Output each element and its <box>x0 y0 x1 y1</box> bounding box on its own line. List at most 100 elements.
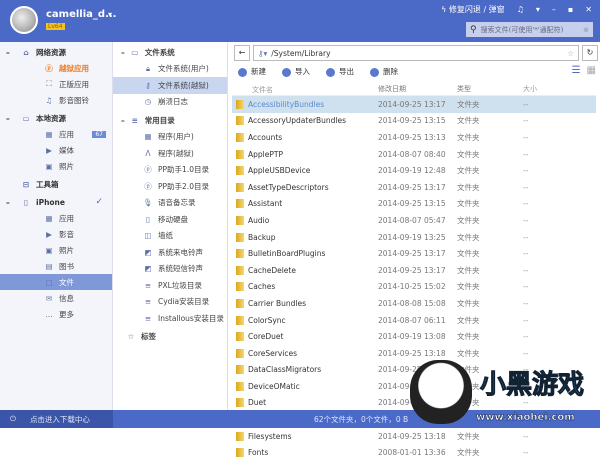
file-type: 文件夹 <box>457 166 480 176</box>
sidebar-item[interactable]: ▶ 影音 <box>0 226 112 242</box>
repair-button[interactable]: ϟ 修复闪退 / 弹窗 <box>441 4 505 15</box>
list-view-icon[interactable]: ☰ <box>572 65 581 76</box>
sidebar-item[interactable]: ✉ 信息 <box>0 290 112 306</box>
tree-item[interactable]: ▦ 程序(用户) <box>113 129 227 146</box>
table-row[interactable]: CoreServices 2014-09-25 13:18 文件夹 -- <box>232 345 596 362</box>
tree-item[interactable]: ▯ 移动硬盘 <box>113 211 227 228</box>
column-date[interactable]: 修改日期 <box>378 84 457 95</box>
table-row[interactable]: Caches 2014-10-25 15:02 文件夹 -- <box>232 279 596 296</box>
delete-button[interactable]: 删除 <box>370 66 398 77</box>
collapse-icon[interactable]: – <box>6 198 16 207</box>
group-1[interactable]: – ▭ 本地资源 <box>0 110 112 126</box>
import-button[interactable]: 导入 <box>282 66 310 77</box>
sidebar-item[interactable]: ▦ 应用 <box>0 210 112 226</box>
sidebar-item[interactable]: ▣ 照片 <box>0 242 112 258</box>
clear-icon[interactable]: ⊗ <box>583 26 589 34</box>
table-row[interactable]: Filesystems 2014-09-25 13:18 文件夹 -- <box>232 428 596 445</box>
table-row[interactable]: AccessoryUpdaterBundles 2014-09-25 13:15 文… <box>232 113 596 130</box>
menu-icon[interactable]: ▾ <box>536 5 540 14</box>
group-1[interactable]: – ≡ 常用目录 <box>113 112 227 129</box>
table-row[interactable]: Audio 2014-08-07 05:47 文件夹 -- <box>232 212 596 229</box>
group-0[interactable]: – ▭ 文件系统 <box>113 44 227 61</box>
back-button[interactable]: ← <box>234 45 250 61</box>
username[interactable]: camellia_d... <box>46 9 116 20</box>
table-row[interactable]: CacheDelete 2014-09-25 13:17 文件夹 -- <box>232 262 596 279</box>
search-input[interactable]: ⚲ 搜索文件(可使用'*'通配符) ⊗ <box>466 22 593 37</box>
grid-view-icon[interactable]: ▦ <box>587 65 596 76</box>
tree-item[interactable]: ⚷ 文件系统(越狱) <box>113 77 227 94</box>
table-row[interactable]: DataClassMigrators 2014-09-25 13:18 文件夹 -- <box>232 362 596 379</box>
table-row[interactable]: Backup 2014-09-19 13:25 文件夹 -- <box>232 229 596 246</box>
tree-item[interactable]: 🎙︎ 语音备忘录 <box>113 195 227 212</box>
table-row[interactable]: BulletinBoardPlugins 2014-09-25 13:17 文件夹 -… <box>232 245 596 262</box>
table-row[interactable]: AppleUSBDevice 2014-09-19 12:48 文件夹 -- <box>232 162 596 179</box>
refresh-button[interactable]: ↻ <box>582 45 598 61</box>
group-3[interactable]: – ▯ iPhone ✓ <box>0 194 112 210</box>
new-button[interactable]: 新建 <box>238 66 266 77</box>
sidebar-item[interactable]: ▶ 媒体 <box>0 142 112 158</box>
table-row[interactable]: Assistant 2014-09-25 13:15 文件夹 -- <box>232 196 596 213</box>
tree-item[interactable]: ≡ Cydia安装目录 <box>113 294 227 311</box>
level-badge: Lv64 <box>46 23 65 30</box>
collapse-icon[interactable]: – <box>6 114 16 123</box>
path-field[interactable]: ⚷▾ /System/Library ☆ <box>253 45 579 61</box>
tree-item[interactable]: ⓟ PP助手1.0目录 <box>113 162 227 179</box>
export-button[interactable]: 导出 <box>326 66 354 77</box>
sidebar-item[interactable]: ⛶ 正版应用 <box>0 76 112 92</box>
sidebar-item[interactable]: ▢ 文件 <box>0 274 112 290</box>
tree-item[interactable]: ◩ 系统短信铃声 <box>113 261 227 278</box>
music-icon[interactable]: ♫ <box>517 5 524 14</box>
sidebar-item[interactable]: ▦ 应用 67 <box>0 126 112 142</box>
table-row[interactable]: AccessibilityBundles 2014-09-25 13:17 文件夹 -… <box>232 96 596 113</box>
column-size[interactable]: 大小 <box>523 84 537 95</box>
sidebar-item[interactable]: ⓟ 越狱应用 <box>0 60 112 76</box>
table-row[interactable]: Accounts 2014-09-25 13:13 文件夹 -- <box>232 129 596 146</box>
status-bar: ⏻ 点击进入下载中心 62个文件夹，0个文件，0 B <box>0 410 600 428</box>
sidebar: – ⌂ 网络资源 ⓟ 越狱应用 ⛶ 正版应用 ♫ 影音图铃 – ▭ 本地资源 ▦ 应用 67 ▶ 媒体 ▣ 照片 ⊟… <box>0 42 113 410</box>
folder-icon <box>236 182 244 192</box>
tree-item[interactable]: ◷ 崩溃日志 <box>113 94 227 111</box>
tree-item[interactable]: ◫ 墙纸 <box>113 228 227 245</box>
file-type: 文件夹 <box>457 249 480 259</box>
table-row[interactable]: CoreDuet 2014-09-19 13:08 文件夹 -- <box>232 328 596 345</box>
close-button[interactable]: ✕ <box>585 5 592 14</box>
tree-item[interactable]: ≡ Installous安装目录 <box>113 310 227 327</box>
collapse-icon[interactable]: – <box>121 48 125 57</box>
table-row[interactable]: ColorSync 2014-08-07 06:11 文件夹 -- <box>232 312 596 329</box>
table-row[interactable]: DeviceOMatic 2014-09-25 13:14 文件夹 -- <box>232 378 596 395</box>
column-name[interactable]: 文件名 <box>232 84 378 95</box>
group-0[interactable]: – ⌂ 网络资源 <box>0 44 112 60</box>
sidebar-item[interactable]: ▤ 图书 <box>0 258 112 274</box>
file-type: 文件夹 <box>457 99 480 109</box>
book-icon: ▤ <box>45 261 53 271</box>
tree-item[interactable]: 🔒︎ 文件系统(用户) <box>113 61 227 78</box>
avatar[interactable] <box>10 6 38 34</box>
collapse-icon[interactable]: – <box>6 48 16 57</box>
sidebar-item[interactable]: ♫ 影音图铃 <box>0 92 112 108</box>
group-2[interactable]: ☆ 标签 <box>113 329 227 346</box>
download-center-button[interactable]: ⏻ 点击进入下载中心 <box>0 410 113 428</box>
table-row[interactable]: ApplePTP 2014-08-07 08:40 文件夹 -- <box>232 146 596 163</box>
tree-item[interactable]: ◩ 系统来电铃声 <box>113 244 227 261</box>
tree-item[interactable]: Λ 程序(越狱) <box>113 145 227 162</box>
sidebar-item[interactable]: … 更多 <box>0 306 112 322</box>
collapse-icon[interactable]: – <box>121 116 125 125</box>
group-2[interactable]: ⊟ 工具箱 <box>0 176 112 192</box>
minimize-button[interactable]: – <box>552 5 556 14</box>
table-row[interactable]: Duet 2014-09-19 13:49 文件夹 -- <box>232 395 596 412</box>
list-icon: ≡ <box>144 297 152 307</box>
table-row[interactable]: Carrier Bundles 2014-08-08 15:08 文件夹 -- <box>232 295 596 312</box>
file-date: 2014-09-25 13:15 <box>378 199 446 209</box>
file-date: 2014-08-07 08:40 <box>378 149 446 159</box>
maximize-button[interactable]: ▪ <box>568 5 573 14</box>
table-row[interactable]: AssetTypeDescriptors 2014-09-25 13:17 文件夹 -… <box>232 179 596 196</box>
folder-icon <box>236 315 244 325</box>
tree-item[interactable]: ≡ PXL垃圾目录 <box>113 277 227 294</box>
table-row[interactable]: Fonts 2008-01-01 13:36 文件夹 -- <box>232 444 596 461</box>
file-size: -- <box>523 315 529 325</box>
sidebar-item[interactable]: ▣ 照片 <box>0 158 112 174</box>
column-type[interactable]: 类型 <box>457 84 523 95</box>
tree-item[interactable]: ⓟ PP助手2.0目录 <box>113 178 227 195</box>
chevron-down-icon[interactable]: ▾ <box>108 10 112 19</box>
star-icon[interactable]: ☆ <box>567 49 574 58</box>
